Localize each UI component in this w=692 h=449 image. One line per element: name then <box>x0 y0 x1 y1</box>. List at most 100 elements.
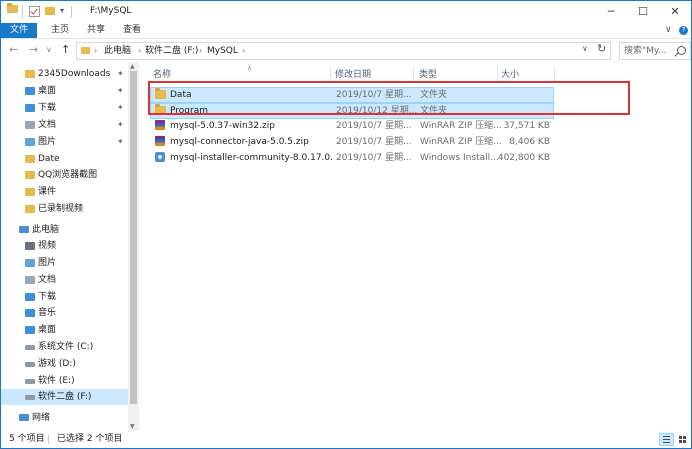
breadcrumb-mysql[interactable]: MySQL <box>207 45 238 57</box>
sidebar-item-downloads[interactable]: 下载 ✦ <box>1 100 128 116</box>
folder-icon <box>81 47 90 54</box>
sidebar-item-courseware[interactable]: 课件 <box>1 184 128 200</box>
download-folder-icon <box>25 293 35 301</box>
pin-icon: ✦ <box>117 103 124 112</box>
tab-file[interactable]: 文件 <box>1 23 37 38</box>
annotation-highlight-box <box>148 81 630 115</box>
sidebar-item-pictures[interactable]: 图片 ✦ <box>1 134 128 150</box>
tab-view[interactable]: 查看 <box>123 23 141 38</box>
folder-icon <box>25 171 35 179</box>
sidebar-item-desktop-pc[interactable]: 桌面 <box>1 322 128 338</box>
maximize-button[interactable]: ☐ <box>627 1 659 23</box>
sidebar-item-drive-d[interactable]: 游戏 (D:) <box>1 356 128 372</box>
pin-icon: ✦ <box>117 86 124 95</box>
scroll-down-icon[interactable]: ▼ <box>130 423 135 430</box>
sidebar-item-network[interactable]: 网络 <box>1 410 128 426</box>
pictures-folder-icon <box>25 138 35 146</box>
sidebar-item-music[interactable]: 音乐 <box>1 305 128 321</box>
sidebar-scrollbar-thumb[interactable] <box>130 71 137 404</box>
file-type: WinRAR ZIP 压缩... <box>420 137 502 147</box>
large-icons-view-button[interactable] <box>675 433 690 446</box>
column-header-date[interactable]: 修改日期 <box>335 68 371 82</box>
close-button[interactable]: ✕ <box>659 1 691 23</box>
status-bar: 5 个项目 已选择 2 个项目 <box>1 431 691 448</box>
sidebar-item-date[interactable]: Date <box>1 151 128 167</box>
sort-ascending-icon: ∧ <box>247 64 253 72</box>
sidebar-item-label: 软件 (E:) <box>38 376 75 386</box>
sidebar-item-label: 图片 <box>38 137 57 147</box>
chevron-right-icon: › <box>242 46 246 55</box>
sidebar-item-this-pc[interactable]: 此电脑 <box>1 222 128 238</box>
videos-folder-icon <box>25 242 35 250</box>
sidebar-item-videos[interactable]: 视频 <box>1 238 128 254</box>
drive-icon <box>25 362 35 367</box>
properties-icon[interactable] <box>29 6 40 17</box>
table-row[interactable]: mysql-installer-community-8.0.17.0.... 2… <box>150 150 552 166</box>
sidebar-item-recorded-videos[interactable]: 已录制视频 <box>1 201 128 217</box>
sidebar-item-label: 桌面 <box>38 325 57 335</box>
column-divider[interactable] <box>330 67 331 82</box>
column-divider[interactable] <box>413 67 414 82</box>
details-view-button[interactable] <box>659 433 674 446</box>
tab-home[interactable]: 主页 <box>51 23 69 38</box>
back-button[interactable]: ← <box>9 43 18 57</box>
help-icon[interactable]: ? <box>679 26 688 35</box>
sidebar-item-documents[interactable]: 文档 ✦ <box>1 117 128 133</box>
new-folder-icon[interactable] <box>45 7 55 15</box>
sidebar-item-documents-pc[interactable]: 文档 <box>1 272 128 288</box>
table-row[interactable]: mysql-5.0.37-win32.zip 2019/10/7 星期... W… <box>150 118 552 134</box>
search-placeholder: 搜索"My... <box>624 46 667 56</box>
sidebar-item-label: 文档 <box>38 275 57 285</box>
scroll-up-icon[interactable]: ▲ <box>130 63 135 70</box>
column-divider[interactable] <box>497 67 498 82</box>
breadcrumb-this-pc[interactable]: 此电脑 <box>104 45 131 57</box>
column-header-size[interactable]: 大小 <box>501 68 519 82</box>
sidebar-item-qq-screenshots[interactable]: QQ浏览器截图 <box>1 167 128 183</box>
chevron-down-icon[interactable]: ∨ <box>665 23 672 38</box>
sidebar-item-2345downloads[interactable]: 2345Downloads ✦ <box>1 66 128 82</box>
sidebar-item-pictures-pc[interactable]: 图片 <box>1 255 128 271</box>
file-name: mysql-connector-java-5.0.5.zip <box>170 137 309 147</box>
search-input[interactable]: 搜索"My... <box>619 42 691 60</box>
column-divider[interactable] <box>554 67 555 82</box>
sidebar-item-label: 系统文件 (C:) <box>38 342 94 352</box>
address-dropdown-button[interactable]: ∨ <box>582 44 588 53</box>
sidebar-item-drive-e[interactable]: 软件 (E:) <box>1 373 128 389</box>
chevron-right-icon: › <box>138 46 142 55</box>
pin-icon: ✦ <box>117 120 124 129</box>
file-size: 37,571 KB <box>503 121 550 131</box>
table-row[interactable]: mysql-connector-java-5.0.5.zip 2019/10/7… <box>150 134 552 150</box>
navigation-pane: 2345Downloads ✦ 桌面 ✦ 下载 ✦ 文档 ✦ 图片 ✦ Date <box>1 62 140 431</box>
download-folder-icon <box>25 104 35 112</box>
separator <box>71 6 72 18</box>
up-button[interactable]: ↑ <box>61 43 70 57</box>
breadcrumb-drive-f[interactable]: 软件二盘 (F:) <box>145 45 198 57</box>
explorer-window: ▾ F:\MySQL ─ ☐ ✕ 文件 主页 共享 查看 ∨ ? ← → ∨ ↑… <box>0 0 692 449</box>
music-folder-icon <box>25 309 35 317</box>
title-bar: ▾ F:\MySQL ─ ☐ ✕ <box>1 1 691 23</box>
sidebar-item-label: 桌面 <box>38 86 57 96</box>
sidebar-item-drive-c[interactable]: 系统文件 (C:) <box>1 339 128 355</box>
file-date: 2019/10/7 星期... <box>336 121 412 131</box>
forward-button[interactable]: → <box>29 43 38 57</box>
file-list: 名称 ∧ 修改日期 类型 大小 Data 2019/10/7 星期... 文件夹… <box>142 62 691 431</box>
folder-icon <box>25 70 35 78</box>
customize-quick-access-icon[interactable]: ▾ <box>60 6 64 15</box>
column-header-name[interactable]: 名称 ∧ <box>153 64 252 82</box>
column-header-type[interactable]: 类型 <box>419 68 437 82</box>
sidebar-item-downloads-pc[interactable]: 下载 <box>1 289 128 305</box>
sidebar-item-desktop[interactable]: 桌面 ✦ <box>1 83 128 99</box>
winrar-zip-icon <box>155 120 165 130</box>
search-icon[interactable] <box>677 46 686 55</box>
tab-share[interactable]: 共享 <box>87 23 105 38</box>
item-count: 5 个项目 <box>9 434 45 444</box>
window-title: F:\MySQL <box>90 6 132 16</box>
address-bar[interactable]: › 此电脑 › 软件二盘 (F:) › MySQL › <box>76 42 611 60</box>
file-size: 8,406 KB <box>509 137 550 147</box>
drive-icon <box>25 345 35 350</box>
refresh-button[interactable]: ↻ <box>597 42 606 55</box>
recent-locations-button[interactable]: ∨ <box>46 43 52 57</box>
sidebar-item-drive-f[interactable]: 软件二盘 (F:) <box>1 389 128 405</box>
sidebar-item-label: 已录制视频 <box>38 204 84 214</box>
minimize-button[interactable]: ─ <box>595 1 627 23</box>
